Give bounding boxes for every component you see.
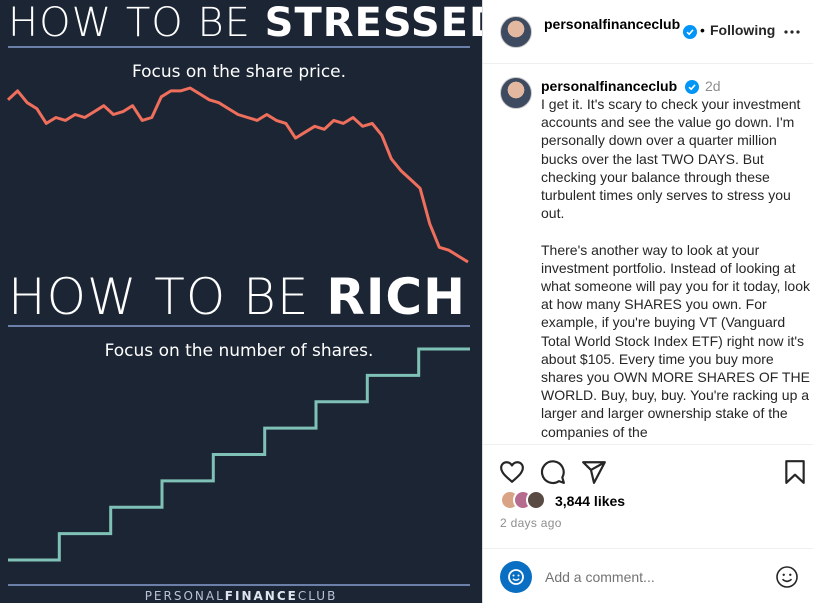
more-horizontal-icon[interactable] — [783, 23, 801, 41]
shares-chart — [8, 347, 470, 562]
price-chart — [6, 86, 469, 264]
verified-badge-icon — [683, 25, 697, 39]
liker-avatar[interactable] — [526, 490, 546, 510]
post-image: HOW TO BE STRESSED Focus on the share pr… — [0, 0, 482, 603]
share-price-line — [6, 86, 469, 264]
bookmark-icon[interactable] — [782, 459, 808, 485]
caption-time: 2d — [705, 78, 721, 94]
image-divider — [8, 584, 470, 586]
comment-input[interactable] — [545, 566, 765, 588]
comment-icon[interactable] — [540, 459, 566, 485]
emoji-icon — [508, 569, 524, 585]
heart-icon[interactable] — [499, 459, 525, 485]
smile-icon[interactable] — [775, 565, 799, 589]
likes-count[interactable]: 3,844 likes — [555, 493, 625, 509]
post-sidebar: personalfinanceclub • Following personal… — [482, 0, 813, 603]
avatar[interactable] — [500, 16, 532, 48]
header-username[interactable]: personalfinanceclub — [544, 15, 682, 33]
verified-badge-icon — [685, 80, 699, 94]
post-header: personalfinanceclub • Following — [483, 0, 813, 64]
following-button[interactable]: Following — [710, 22, 775, 38]
comment-bar — [483, 548, 813, 603]
image-footer-logo: PERSONALFINANCECLUB — [144, 589, 338, 603]
image-charts — [6, 86, 470, 562]
caption-text: I get it. It's scary to check your inves… — [541, 96, 810, 440]
send-icon[interactable] — [581, 459, 607, 485]
action-bar — [483, 455, 813, 487]
shares-staircase-line — [8, 347, 470, 562]
post-time[interactable]: 2 days ago — [500, 516, 562, 530]
separator-dot: • — [700, 22, 705, 38]
avatar[interactable] — [500, 77, 532, 109]
caption-section: personalfinanceclub 2d I get it. It's sc… — [483, 65, 813, 445]
emoji-button[interactable] — [500, 561, 532, 593]
caption-username[interactable]: personalfinanceclub — [541, 78, 677, 94]
